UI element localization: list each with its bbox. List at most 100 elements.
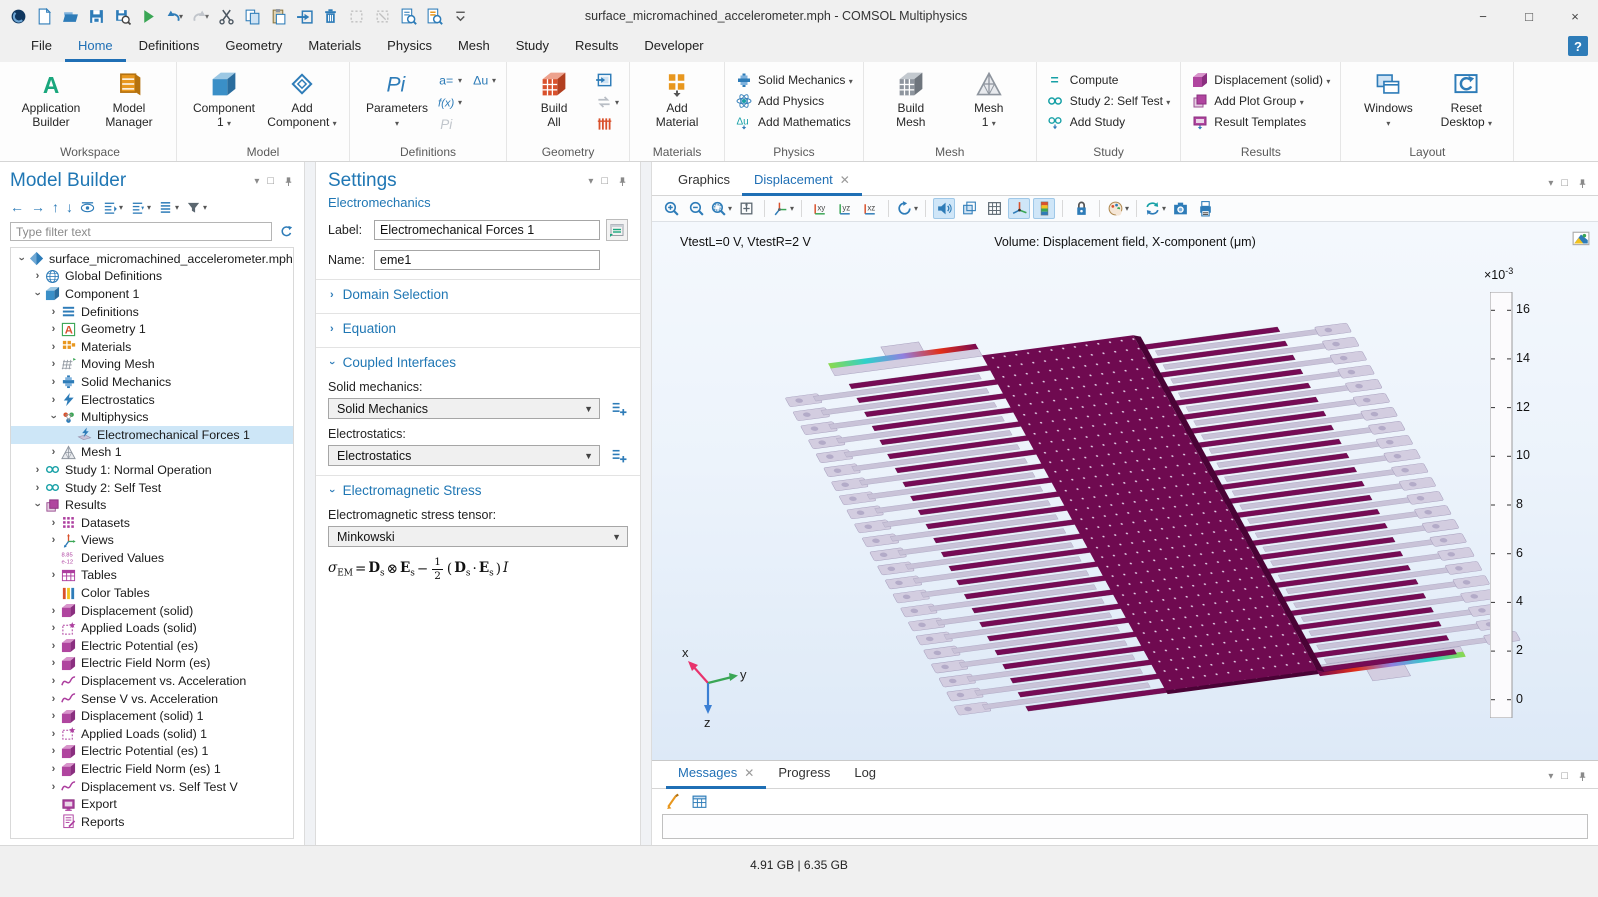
section-header-electromagnetic-stress[interactable]: ›Electromagnetic Stress — [328, 476, 628, 500]
graphics-canvas[interactable]: VtestL=0 V, VtestR=2 V Volume: Displacem… — [652, 222, 1598, 760]
tab-graphics[interactable]: Graphics — [666, 167, 742, 196]
messages-content[interactable] — [662, 814, 1588, 839]
tree-item[interactable]: ›Displacement vs. Self Test V — [11, 778, 293, 796]
open-file-button[interactable] — [60, 6, 80, 26]
chevron-icon[interactable]: › — [47, 534, 60, 546]
chevron-icon[interactable]: › — [47, 394, 60, 406]
add-component-button[interactable]: AddComponent ▾ — [265, 68, 339, 130]
chevron-icon[interactable]: › — [47, 763, 60, 775]
chevron-icon[interactable]: › — [47, 306, 60, 318]
chevron-icon[interactable]: › — [31, 482, 44, 494]
tree-item[interactable]: ›Displacement vs. Acceleration — [11, 672, 293, 690]
chevron-icon[interactable]: › — [32, 499, 44, 512]
zoom-out-button[interactable] — [685, 198, 707, 219]
go-to-view-button[interactable]: ▾ — [772, 198, 794, 219]
chevron-icon[interactable]: › — [47, 781, 60, 793]
float-icon[interactable]: □ — [601, 175, 608, 187]
chevron-icon[interactable]: › — [47, 657, 60, 669]
chevron-icon[interactable]: › — [47, 745, 60, 757]
tab-messages[interactable]: Messages✕ — [666, 760, 766, 789]
tree-item[interactable]: ›Electric Field Norm (es) 1 — [11, 760, 293, 778]
tree-item[interactable]: 8.85e-12Derived Values — [11, 549, 293, 567]
parameters-button[interactable]: PiParameters ▾ — [360, 68, 434, 130]
section-header-domain-selection[interactable]: ›Domain Selection — [328, 280, 628, 304]
save-button[interactable] — [86, 6, 106, 26]
chevron-icon[interactable]: › — [32, 287, 44, 300]
windows-button[interactable]: Windows ▾ — [1351, 68, 1425, 130]
study-2-self-test-button[interactable]: Study 2: Self Test ▾ — [1047, 92, 1171, 109]
panel-menu-icon[interactable]: ▾ — [254, 176, 259, 187]
collapse-all-button[interactable]: ▾ — [102, 200, 123, 215]
chevron-icon[interactable]: › — [47, 605, 60, 617]
deselect-box-button[interactable] — [372, 6, 392, 26]
add-interface-button[interactable] — [608, 446, 628, 466]
build-mesh-button[interactable]: BuildMesh — [874, 68, 948, 130]
mesh-1-button[interactable]: Mesh1 ▾ — [952, 68, 1026, 130]
rotate-button[interactable]: ▾ — [896, 198, 918, 219]
tree-item[interactable]: ›surface_micromachined_accelerometer.mph — [11, 250, 293, 268]
panel-divider[interactable] — [640, 162, 652, 845]
solid-mechanics-button[interactable]: Solid Mechanics ▾ — [735, 71, 853, 88]
chevron-icon[interactable]: › — [47, 517, 60, 529]
tree-item[interactable]: ›Displacement (solid) 1 — [11, 707, 293, 725]
snapshot-button[interactable] — [1169, 198, 1191, 219]
appearance-button[interactable]: ▾ — [1107, 198, 1129, 219]
add-study-button[interactable]: Add Study — [1047, 113, 1171, 130]
electrostatics-dropdown[interactable]: Electrostatics▼ — [328, 445, 600, 466]
chevron-icon[interactable]: › — [47, 693, 60, 705]
pi-gray-button[interactable]: Pi — [438, 115, 456, 133]
solid-mechanics-dropdown[interactable]: Solid Mechanics▼ — [328, 398, 600, 419]
undo-button[interactable]: ▾ — [164, 6, 184, 26]
chevron-icon[interactable]: › — [47, 323, 60, 335]
view-yz-button[interactable]: yz — [834, 198, 856, 219]
close-icon[interactable]: ✕ — [744, 766, 754, 780]
menu-physics[interactable]: Physics — [374, 32, 445, 62]
transparency-button[interactable] — [933, 198, 955, 219]
update-button[interactable]: ▾ — [1144, 198, 1166, 219]
print-button[interactable] — [1194, 198, 1216, 219]
chevron-icon[interactable]: › — [31, 270, 44, 282]
tree-item[interactable]: ›Results — [11, 496, 293, 514]
panel-window-icons[interactable]: ▾□ — [588, 175, 628, 187]
open-in-table-button[interactable] — [690, 793, 708, 811]
tree-item[interactable]: ›Mesh 1 — [11, 444, 293, 462]
customize-toolbar-button[interactable] — [450, 6, 470, 26]
tree-item[interactable]: ›Component 1 — [11, 285, 293, 303]
chevron-icon[interactable]: › — [47, 728, 60, 740]
grid-button[interactable] — [983, 198, 1005, 219]
menu-materials[interactable]: Materials — [295, 32, 374, 62]
color-legend-button[interactable] — [1033, 198, 1055, 219]
tree-item[interactable]: ›Views — [11, 532, 293, 550]
clear-messages-button[interactable] — [664, 793, 682, 811]
zoom-extents-button[interactable] — [735, 198, 757, 219]
tree-item[interactable]: ›Electrostatics — [11, 391, 293, 409]
redo-button[interactable]: ▾ — [190, 6, 210, 26]
menu-definitions[interactable]: Definitions — [126, 32, 213, 62]
copy-button[interactable] — [242, 6, 262, 26]
chevron-icon[interactable]: › — [47, 569, 60, 581]
nav-forward-button[interactable]: → — [31, 199, 45, 215]
virtual-ops-button[interactable] — [595, 115, 613, 133]
tree-item[interactable]: ›Electric Potential (es) 1 — [11, 743, 293, 761]
tree-item[interactable]: ›Applied Loads (solid) — [11, 619, 293, 637]
search-tool-button[interactable] — [424, 6, 444, 26]
chevron-icon[interactable]: › — [47, 446, 60, 458]
expand-all-button[interactable]: ▾ — [130, 200, 151, 215]
tree-item[interactable]: ›Multiphysics — [11, 408, 293, 426]
tab-progress[interactable]: Progress — [766, 760, 842, 789]
result-templates-button[interactable]: Result Templates — [1191, 113, 1330, 130]
displacement-solid-button[interactable]: Displacement (solid) ▾ — [1191, 71, 1330, 88]
move-down-button[interactable]: ↓ — [66, 199, 73, 215]
tree-item[interactable]: ›Materials — [11, 338, 293, 356]
tree-item[interactable]: Electromechanical Forces 1 — [11, 426, 293, 444]
tree-item[interactable]: ›Displacement (solid) — [11, 602, 293, 620]
add-physics-button[interactable]: Add Physics — [735, 92, 853, 109]
tree-item[interactable]: ›Datasets — [11, 514, 293, 532]
save-preview-button[interactable] — [112, 6, 132, 26]
help-button[interactable]: ? — [1568, 36, 1588, 56]
paste-button[interactable] — [268, 6, 288, 26]
f-x-button[interactable]: f(x)▾ — [438, 93, 462, 111]
import-geometry-button[interactable] — [595, 71, 613, 89]
select-box-button[interactable] — [346, 6, 366, 26]
view-xz-button[interactable]: xz — [859, 198, 881, 219]
